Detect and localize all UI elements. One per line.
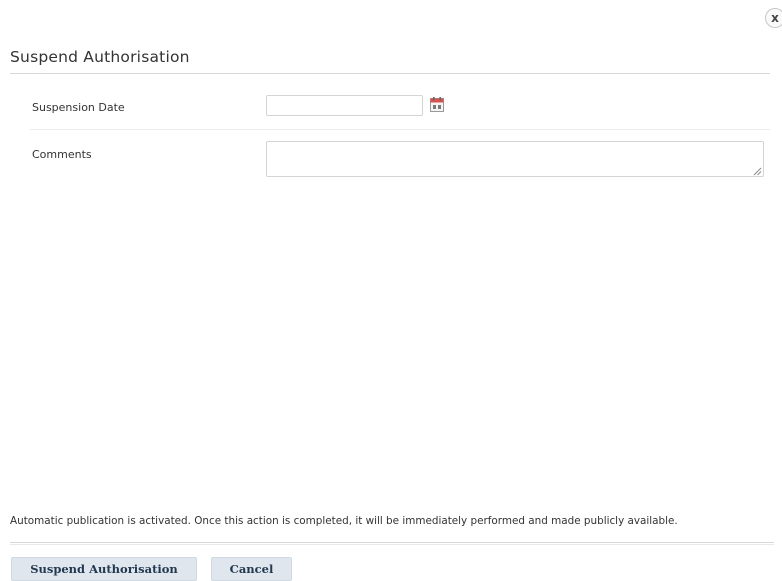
title-divider (10, 73, 770, 74)
close-button[interactable]: x (765, 8, 782, 28)
suspension-date-label: Suspension Date (32, 101, 125, 114)
resize-handle-icon[interactable] (752, 166, 762, 176)
comments-textarea[interactable] (266, 141, 764, 177)
publication-notice: Automatic publication is activated. Once… (10, 515, 678, 527)
calendar-icon[interactable] (430, 97, 444, 112)
cancel-button[interactable]: Cancel (211, 557, 292, 581)
suspend-authorisation-button[interactable]: Suspend Authorisation (11, 557, 197, 581)
comments-label: Comments (32, 148, 92, 161)
suspension-date-input[interactable] (266, 95, 423, 116)
footer-divider (10, 542, 774, 545)
dialog-title: Suspend Authorisation (10, 48, 190, 66)
row-divider (30, 129, 770, 130)
